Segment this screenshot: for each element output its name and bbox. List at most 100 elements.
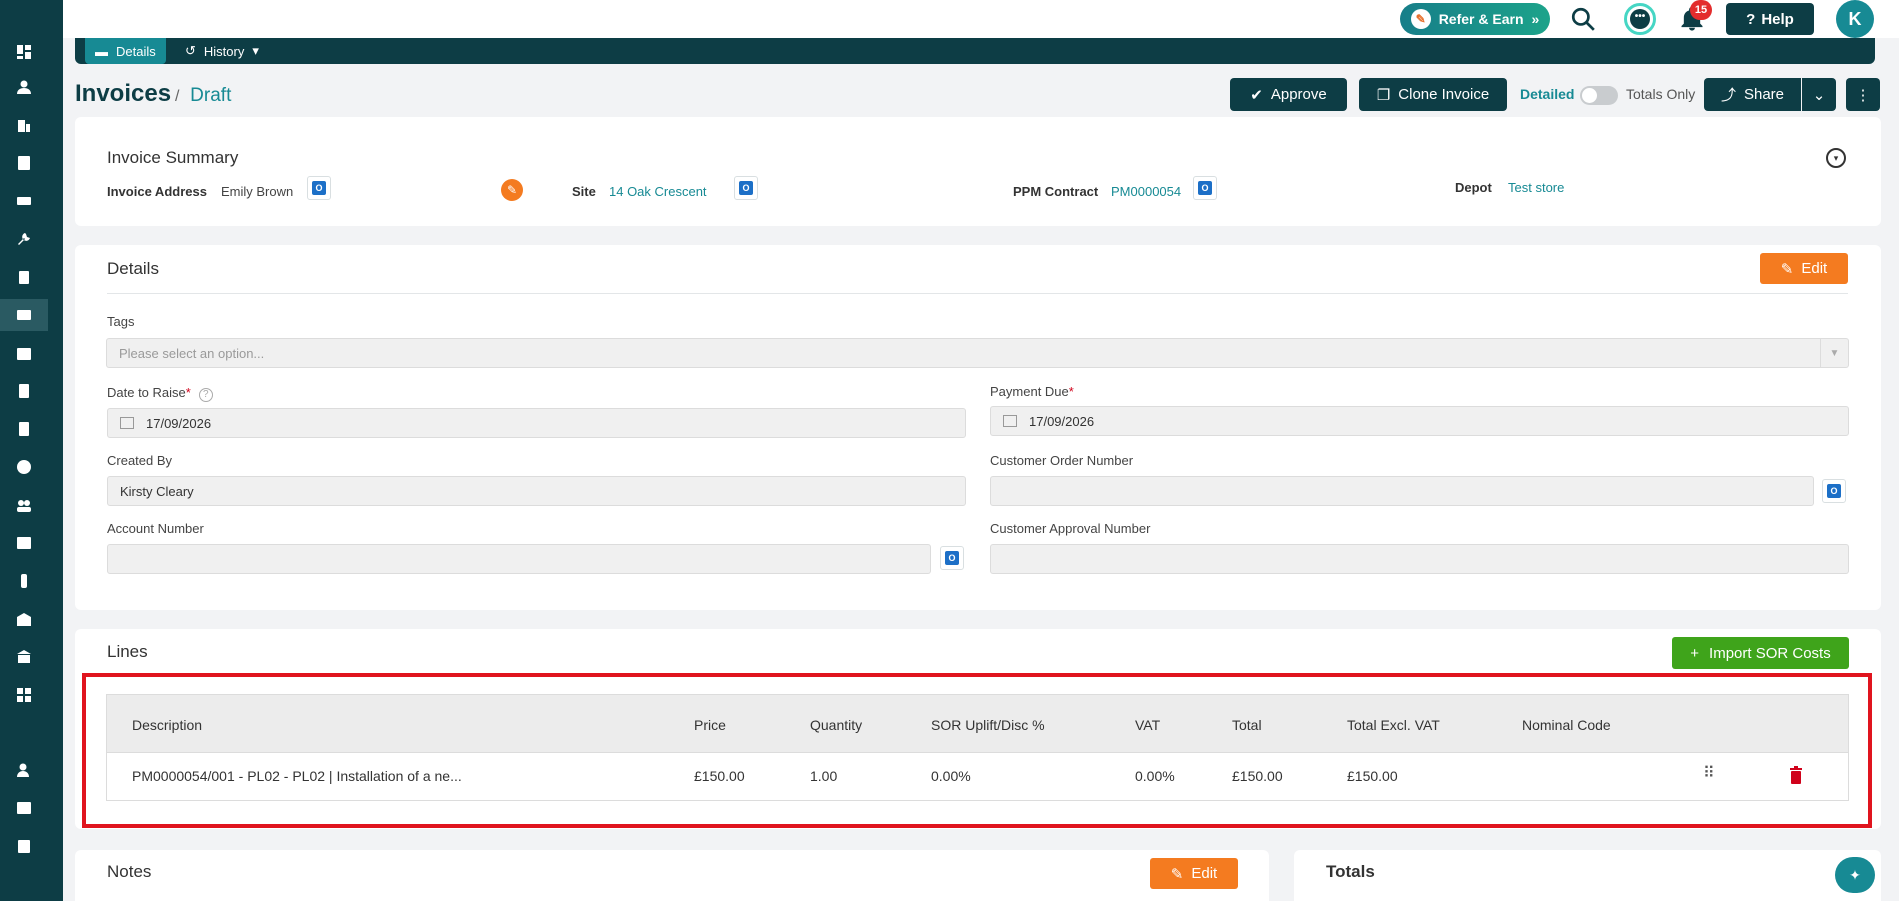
payment-due-value: 17/09/2026 — [1029, 413, 1095, 429]
details-title: Details — [107, 259, 159, 278]
site-label: Site — [572, 184, 596, 199]
depot-link[interactable]: Test store — [1508, 180, 1564, 195]
more-options-button[interactable]: ⋮ — [1846, 78, 1880, 111]
notes-card — [75, 850, 1269, 901]
share-button[interactable]: ⤴ Share — [1704, 78, 1801, 111]
wrench-icon[interactable] — [14, 229, 34, 249]
status-label: Draft — [190, 85, 232, 106]
account-number-field[interactable] — [107, 544, 931, 574]
tab-history-label: History — [203, 43, 245, 59]
help-button[interactable]: ? Help — [1726, 3, 1814, 35]
layout-icon[interactable] — [14, 798, 34, 818]
tags-label: Tags — [107, 314, 135, 329]
tab-details-label: Details — [116, 43, 156, 59]
caret-down-icon: ▾ — [252, 43, 259, 58]
edit-address-icon[interactable]: ✎ — [501, 179, 523, 201]
customer-order-number-label: Customer Order Number — [990, 453, 1134, 468]
detail-mode-toggle[interactable] — [1580, 86, 1618, 105]
import-sor-costs-button[interactable]: + Import SOR Costs — [1672, 637, 1849, 669]
chevron-down-icon: ⌄ — [1812, 86, 1826, 104]
calendar-icon — [120, 417, 134, 429]
refer-icon: ✎ — [1410, 9, 1431, 29]
tab-history[interactable]: ↺ History ▾ — [185, 38, 259, 64]
payment-due-field[interactable]: 17/09/2026 — [990, 406, 1849, 436]
invoice-card-icon[interactable] — [0, 299, 48, 331]
pie-chart-icon[interactable] — [14, 457, 34, 477]
user-icon[interactable] — [14, 77, 34, 97]
card-icon: ▬ — [95, 43, 108, 59]
help-label: Help — [1761, 10, 1794, 28]
approve-label: Approve — [1270, 86, 1327, 103]
details-edit-button[interactable]: ✎ Edit — [1760, 253, 1848, 284]
kebab-icon: ⋮ — [1855, 86, 1871, 104]
breadcrumb-separator: / — [175, 88, 180, 105]
site-link[interactable]: 14 Oak Crescent — [609, 184, 707, 199]
bottle-icon[interactable] — [14, 571, 34, 591]
outlook-icon[interactable]: O — [1193, 176, 1217, 200]
help-icon[interactable]: ? — [198, 388, 213, 402]
tags-placeholder: Please select an option... — [119, 345, 265, 361]
ppm-contract-link[interactable]: PM0000054 — [1111, 184, 1181, 199]
lines-title: Lines — [107, 642, 148, 661]
refer-earn-button[interactable]: ✎ Refer & Earn » — [1400, 3, 1550, 35]
date-to-raise-field[interactable]: 17/09/2026 — [107, 408, 966, 438]
approve-button[interactable]: ✔ Approve — [1230, 78, 1347, 111]
tags-select[interactable]: Please select an option... ▼ — [106, 338, 1849, 368]
user-settings-icon[interactable] — [14, 760, 34, 780]
ai-assistant-button[interactable]: ✦ — [1835, 857, 1875, 893]
share-dropdown-button[interactable]: ⌄ — [1802, 78, 1836, 111]
payment-due-label: Payment Due* — [990, 384, 1074, 399]
payment-due-label-text: Payment Due — [990, 384, 1069, 399]
outlook-icon[interactable]: O — [1822, 479, 1846, 503]
history-icon: ↺ — [185, 43, 196, 58]
clipboard-icon[interactable] — [14, 267, 34, 287]
lines-highlight-box — [82, 673, 1872, 828]
copy-icon: ❐ — [1376, 86, 1391, 104]
totals-title: Totals — [1326, 862, 1375, 881]
search-icon[interactable] — [1570, 6, 1596, 32]
chevron-down-icon: ▼ — [1820, 339, 1848, 367]
pencil-icon: ✎ — [1170, 865, 1184, 883]
checklist-icon[interactable] — [14, 836, 34, 856]
clone-invoice-button[interactable]: ❐ Clone Invoice — [1359, 78, 1507, 111]
calendar-icon — [1003, 415, 1017, 427]
required-marker: * — [1068, 384, 1074, 399]
double-chevron-icon: » — [1531, 11, 1540, 27]
invoice-address-value: Emily Brown — [221, 184, 294, 199]
top-bar: ✎ Refer & Earn » ••• 15 ? Help K — [0, 0, 1899, 38]
building-icon[interactable] — [14, 115, 34, 135]
file-text-icon[interactable] — [14, 419, 34, 439]
clone-label: Clone Invoice — [1398, 86, 1490, 103]
document-edit-icon[interactable] — [14, 153, 34, 173]
created-by-label: Created By — [107, 453, 173, 468]
created-by-value: Kirsty Cleary — [120, 483, 194, 499]
avatar[interactable]: K — [1836, 0, 1874, 38]
outlook-icon[interactable]: O — [940, 546, 964, 570]
collapse-icon[interactable]: ▾ — [1826, 148, 1846, 168]
outlook-icon[interactable]: O — [307, 176, 331, 200]
warehouse-icon[interactable] — [14, 609, 34, 629]
file-money-icon[interactable] — [14, 381, 34, 401]
van-icon[interactable] — [14, 191, 34, 211]
sidebar — [0, 0, 63, 901]
notes-edit-button[interactable]: ✎ Edit — [1150, 858, 1238, 889]
bank-icon[interactable] — [14, 647, 34, 667]
divider — [107, 293, 1848, 294]
edit-label: Edit — [1801, 260, 1828, 277]
customer-approval-number-field[interactable] — [990, 544, 1849, 574]
calendar-check-icon[interactable] — [14, 343, 34, 363]
created-by-field[interactable]: Kirsty Cleary — [107, 476, 966, 506]
outlook-icon[interactable]: O — [734, 176, 758, 200]
account-number-label: Account Number — [107, 521, 204, 536]
team-icon[interactable] — [14, 495, 34, 515]
plus-icon: + — [1690, 644, 1700, 662]
record-tabs: ▬ Details ↺ History ▾ — [75, 38, 1875, 64]
customer-order-number-field[interactable] — [990, 476, 1814, 506]
dashboard-icon[interactable] — [14, 42, 34, 62]
apps-icon[interactable] — [14, 685, 34, 705]
book-icon[interactable] — [14, 533, 34, 553]
tab-details[interactable]: ▬ Details — [85, 38, 166, 64]
ppm-contract-label: PPM Contract — [1013, 184, 1099, 199]
chat-icon[interactable]: ••• — [1624, 3, 1656, 35]
totals-card — [1294, 850, 1881, 901]
